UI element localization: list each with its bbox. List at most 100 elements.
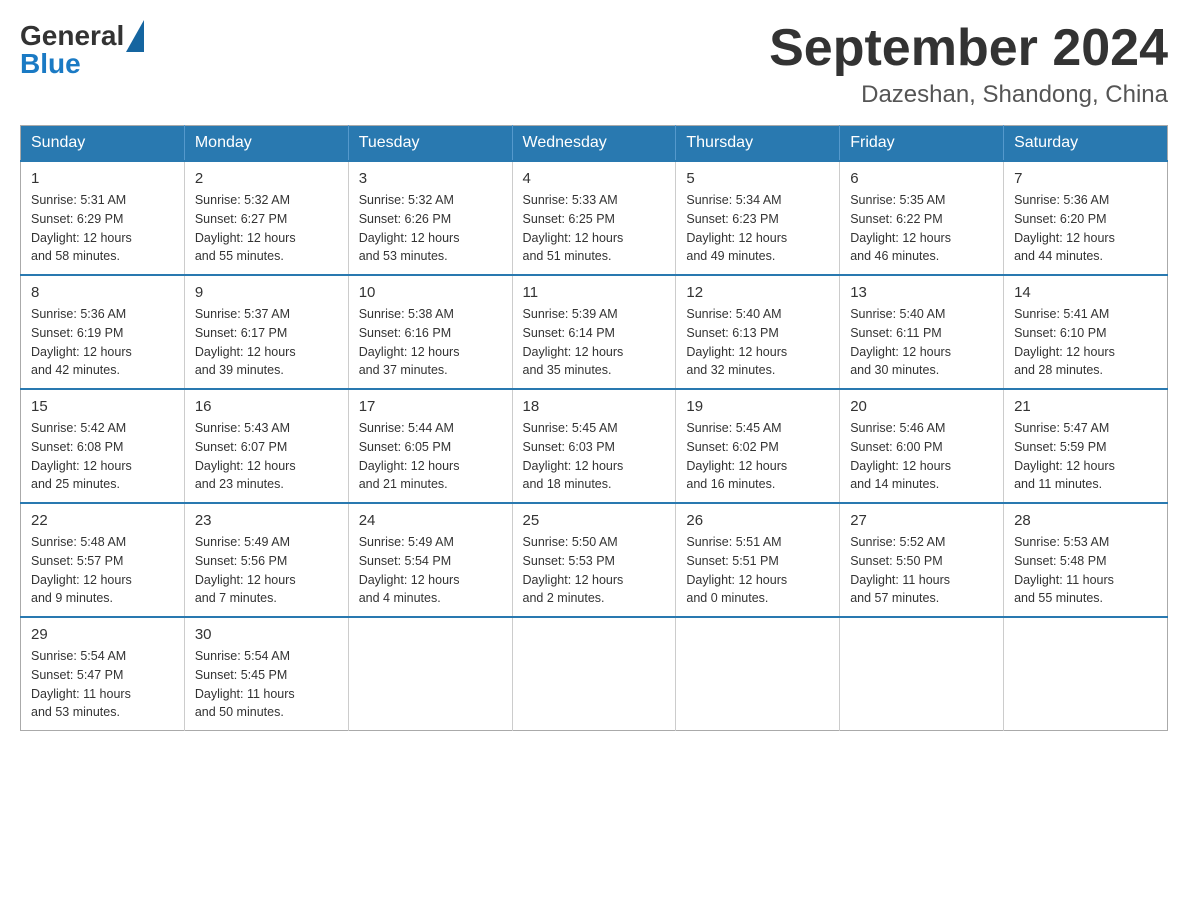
day-info: Sunrise: 5:45 AMSunset: 6:03 PMDaylight:…	[523, 419, 666, 494]
calendar-cell: 2 Sunrise: 5:32 AMSunset: 6:27 PMDaylight…	[184, 161, 348, 275]
day-info: Sunrise: 5:40 AMSunset: 6:11 PMDaylight:…	[850, 305, 993, 380]
calendar-cell: 15 Sunrise: 5:42 AMSunset: 6:08 PMDayligh…	[21, 389, 185, 503]
calendar-cell: 17 Sunrise: 5:44 AMSunset: 6:05 PMDayligh…	[348, 389, 512, 503]
logo: General Blue	[20, 20, 144, 80]
calendar-cell: 13 Sunrise: 5:40 AMSunset: 6:11 PMDayligh…	[840, 275, 1004, 389]
calendar-cell: 9 Sunrise: 5:37 AMSunset: 6:17 PMDaylight…	[184, 275, 348, 389]
calendar-cell: 14 Sunrise: 5:41 AMSunset: 6:10 PMDayligh…	[1004, 275, 1168, 389]
calendar-cell: 3 Sunrise: 5:32 AMSunset: 6:26 PMDaylight…	[348, 161, 512, 275]
day-info: Sunrise: 5:51 AMSunset: 5:51 PMDaylight:…	[686, 533, 829, 608]
day-number: 4	[523, 170, 666, 187]
calendar-week-row: 1 Sunrise: 5:31 AMSunset: 6:29 PMDaylight…	[21, 161, 1168, 275]
location-title: Dazeshan, Shandong, China	[769, 81, 1168, 109]
calendar-cell: 18 Sunrise: 5:45 AMSunset: 6:03 PMDayligh…	[512, 389, 676, 503]
day-info: Sunrise: 5:36 AMSunset: 6:19 PMDaylight:…	[31, 305, 174, 380]
calendar-cell: 20Sunrise: 5:46 AMSunset: 6:00 PMDayligh…	[840, 389, 1004, 503]
day-info: Sunrise: 5:33 AMSunset: 6:25 PMDaylight:…	[523, 191, 666, 266]
day-info: Sunrise: 5:49 AMSunset: 5:54 PMDaylight:…	[359, 533, 502, 608]
day-info: Sunrise: 5:53 AMSunset: 5:48 PMDaylight:…	[1014, 533, 1157, 608]
day-info: Sunrise: 5:45 AMSunset: 6:02 PMDaylight:…	[686, 419, 829, 494]
calendar-cell: 19 Sunrise: 5:45 AMSunset: 6:02 PMDayligh…	[676, 389, 840, 503]
day-info: Sunrise: 5:44 AMSunset: 6:05 PMDaylight:…	[359, 419, 502, 494]
day-number: 7	[1014, 170, 1157, 187]
calendar-cell	[512, 617, 676, 731]
day-info: Sunrise: 5:32 AMSunset: 6:27 PMDaylight:…	[195, 191, 338, 266]
calendar-cell	[840, 617, 1004, 731]
day-info: Sunrise: 5:48 AMSunset: 5:57 PMDaylight:…	[31, 533, 174, 608]
calendar-cell: 6Sunrise: 5:35 AMSunset: 6:22 PMDaylight…	[840, 161, 1004, 275]
calendar-cell	[1004, 617, 1168, 731]
calendar-cell: 25 Sunrise: 5:50 AMSunset: 5:53 PMDayligh…	[512, 503, 676, 617]
day-number: 5	[686, 170, 829, 187]
day-info: Sunrise: 5:47 AMSunset: 5:59 PMDaylight:…	[1014, 419, 1157, 494]
day-info: Sunrise: 5:32 AMSunset: 6:26 PMDaylight:…	[359, 191, 502, 266]
day-number: 23	[195, 512, 338, 529]
day-number: 11	[523, 284, 666, 301]
weekday-header-saturday: Saturday	[1004, 126, 1168, 162]
day-info: Sunrise: 5:38 AMSunset: 6:16 PMDaylight:…	[359, 305, 502, 380]
day-number: 29	[31, 626, 174, 643]
day-number: 1	[31, 170, 174, 187]
calendar-table: SundayMondayTuesdayWednesdayThursdayFrid…	[20, 125, 1168, 731]
title-section: September 2024 Dazeshan, Shandong, China	[769, 20, 1168, 109]
weekday-header-thursday: Thursday	[676, 126, 840, 162]
day-info: Sunrise: 5:41 AMSunset: 6:10 PMDaylight:…	[1014, 305, 1157, 380]
month-title: September 2024	[769, 20, 1168, 77]
calendar-cell: 28 Sunrise: 5:53 AMSunset: 5:48 PMDayligh…	[1004, 503, 1168, 617]
day-number: 17	[359, 398, 502, 415]
calendar-header: SundayMondayTuesdayWednesdayThursdayFrid…	[21, 126, 1168, 162]
day-number: 2	[195, 170, 338, 187]
calendar-cell: 8 Sunrise: 5:36 AMSunset: 6:19 PMDaylight…	[21, 275, 185, 389]
calendar-cell: 12 Sunrise: 5:40 AMSunset: 6:13 PMDayligh…	[676, 275, 840, 389]
calendar-cell: 26 Sunrise: 5:51 AMSunset: 5:51 PMDayligh…	[676, 503, 840, 617]
calendar-cell: 7 Sunrise: 5:36 AMSunset: 6:20 PMDaylight…	[1004, 161, 1168, 275]
day-info: Sunrise: 5:46 AMSunset: 6:00 PMDaylight:…	[850, 419, 993, 494]
day-number: 8	[31, 284, 174, 301]
calendar-cell: 21 Sunrise: 5:47 AMSunset: 5:59 PMDayligh…	[1004, 389, 1168, 503]
calendar-cell: 5Sunrise: 5:34 AMSunset: 6:23 PMDaylight…	[676, 161, 840, 275]
day-number: 9	[195, 284, 338, 301]
calendar-cell: 27Sunrise: 5:52 AMSunset: 5:50 PMDayligh…	[840, 503, 1004, 617]
weekday-header-tuesday: Tuesday	[348, 126, 512, 162]
day-info: Sunrise: 5:37 AMSunset: 6:17 PMDaylight:…	[195, 305, 338, 380]
day-number: 14	[1014, 284, 1157, 301]
day-info: Sunrise: 5:43 AMSunset: 6:07 PMDaylight:…	[195, 419, 338, 494]
calendar-cell: 30 Sunrise: 5:54 AMSunset: 5:45 PMDayligh…	[184, 617, 348, 731]
day-info: Sunrise: 5:36 AMSunset: 6:20 PMDaylight:…	[1014, 191, 1157, 266]
day-number: 24	[359, 512, 502, 529]
calendar-cell: 23 Sunrise: 5:49 AMSunset: 5:56 PMDayligh…	[184, 503, 348, 617]
day-info: Sunrise: 5:40 AMSunset: 6:13 PMDaylight:…	[686, 305, 829, 380]
day-number: 18	[523, 398, 666, 415]
calendar-cell: 16Sunrise: 5:43 AMSunset: 6:07 PMDayligh…	[184, 389, 348, 503]
calendar-cell: 22Sunrise: 5:48 AMSunset: 5:57 PMDayligh…	[21, 503, 185, 617]
day-number: 26	[686, 512, 829, 529]
day-info: Sunrise: 5:50 AMSunset: 5:53 PMDaylight:…	[523, 533, 666, 608]
weekday-header-monday: Monday	[184, 126, 348, 162]
calendar-cell: 11 Sunrise: 5:39 AMSunset: 6:14 PMDayligh…	[512, 275, 676, 389]
day-number: 6	[850, 170, 993, 187]
day-info: Sunrise: 5:54 AMSunset: 5:47 PMDaylight:…	[31, 647, 174, 722]
day-info: Sunrise: 5:49 AMSunset: 5:56 PMDaylight:…	[195, 533, 338, 608]
page-header: General Blue September 2024 Dazeshan, Sh…	[20, 20, 1168, 109]
calendar-week-row: 29 Sunrise: 5:54 AMSunset: 5:47 PMDayligh…	[21, 617, 1168, 731]
day-number: 30	[195, 626, 338, 643]
day-number: 10	[359, 284, 502, 301]
day-info: Sunrise: 5:54 AMSunset: 5:45 PMDaylight:…	[195, 647, 338, 722]
logo-blue-text: Blue	[20, 48, 81, 80]
day-info: Sunrise: 5:39 AMSunset: 6:14 PMDaylight:…	[523, 305, 666, 380]
day-number: 19	[686, 398, 829, 415]
day-number: 28	[1014, 512, 1157, 529]
calendar-week-row: 15 Sunrise: 5:42 AMSunset: 6:08 PMDayligh…	[21, 389, 1168, 503]
day-number: 15	[31, 398, 174, 415]
day-number: 12	[686, 284, 829, 301]
calendar-body: 1 Sunrise: 5:31 AMSunset: 6:29 PMDaylight…	[21, 161, 1168, 731]
day-number: 27	[850, 512, 993, 529]
day-number: 21	[1014, 398, 1157, 415]
calendar-cell	[348, 617, 512, 731]
day-number: 3	[359, 170, 502, 187]
day-number: 25	[523, 512, 666, 529]
day-info: Sunrise: 5:31 AMSunset: 6:29 PMDaylight:…	[31, 191, 174, 266]
weekday-header-wednesday: Wednesday	[512, 126, 676, 162]
day-info: Sunrise: 5:42 AMSunset: 6:08 PMDaylight:…	[31, 419, 174, 494]
day-number: 13	[850, 284, 993, 301]
